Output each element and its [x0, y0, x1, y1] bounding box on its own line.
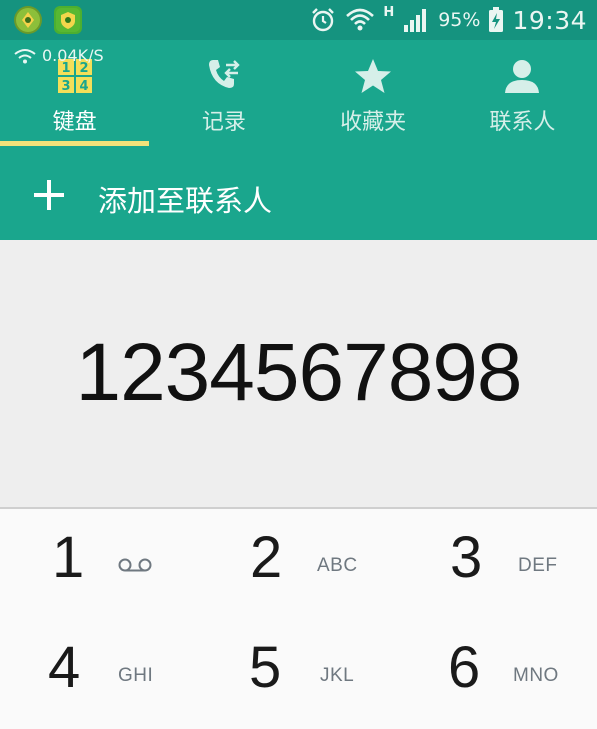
- wifi-icon: [346, 8, 375, 31]
- status-time: 19:34: [512, 5, 587, 35]
- green-shield-app-icon: [54, 6, 82, 34]
- key-digit: 1: [52, 525, 85, 590]
- small-wifi-icon: [14, 48, 36, 63]
- dialer-header: 0.04K/S 1 2 3 4 键盘 记录 收藏夹 联系人 添加至联系人: [0, 40, 597, 240]
- network-type-label: H: [383, 4, 395, 20]
- battery-charging-icon: [489, 7, 504, 32]
- key-digit: 2: [250, 525, 283, 590]
- key-4[interactable]: 4 GHI: [0, 619, 199, 729]
- alarm-clock-icon: [312, 8, 335, 32]
- key-letters: GHI: [118, 665, 154, 686]
- key-digit: 3: [450, 525, 483, 590]
- status-bar: H 95% 19:34: [0, 0, 597, 40]
- tab-keypad-label: 键盘: [52, 110, 97, 135]
- tab-contacts[interactable]: 联系人: [448, 40, 597, 146]
- number-display[interactable]: 1234567898: [0, 240, 597, 509]
- key-digit: 4: [48, 635, 81, 700]
- key-digit: 6: [448, 635, 481, 700]
- key-digit: 5: [249, 635, 282, 700]
- key-5[interactable]: 5 JKL: [199, 619, 398, 729]
- key-letters: MNO: [513, 665, 559, 686]
- green-app-icon: [14, 6, 42, 34]
- voicemail-icon: [118, 558, 152, 572]
- signal-strength-icon: [404, 9, 427, 32]
- keypad-icon-digit: 3: [61, 79, 70, 94]
- key-6[interactable]: 6 MNO: [398, 619, 597, 729]
- key-letters: JKL: [320, 665, 355, 686]
- tab-call-log-label: 记录: [201, 110, 246, 135]
- dial-keypad: 1 2 ABC 3 DEF 4 GHI 5 JKL 6 MNO: [0, 509, 597, 707]
- battery-percent: 95%: [438, 9, 481, 31]
- tab-contacts-label: 联系人: [489, 110, 556, 135]
- tab-favorites[interactable]: 收藏夹: [299, 40, 448, 146]
- active-tab-indicator: [0, 141, 149, 146]
- person-icon: [502, 56, 542, 96]
- star-icon: [353, 56, 393, 96]
- key-1[interactable]: 1: [0, 509, 199, 619]
- key-letters: DEF: [518, 555, 558, 576]
- add-to-contacts-button[interactable]: 添加至联系人: [0, 166, 597, 226]
- call-log-icon: [204, 56, 244, 96]
- key-3[interactable]: 3 DEF: [398, 509, 597, 619]
- keypad-icon-digit: 4: [79, 79, 88, 94]
- net-speed-overlay: 0.04K/S: [14, 46, 104, 65]
- key-2[interactable]: 2 ABC: [199, 509, 398, 619]
- key-letters: ABC: [317, 555, 358, 576]
- tab-favorites-label: 收藏夹: [340, 110, 407, 135]
- tab-call-log[interactable]: 记录: [149, 40, 298, 146]
- plus-icon: [34, 180, 64, 210]
- net-speed-text: 0.04K/S: [42, 46, 104, 65]
- add-to-contacts-label: 添加至联系人: [98, 184, 273, 218]
- dialed-number: 1234567898: [75, 327, 522, 418]
